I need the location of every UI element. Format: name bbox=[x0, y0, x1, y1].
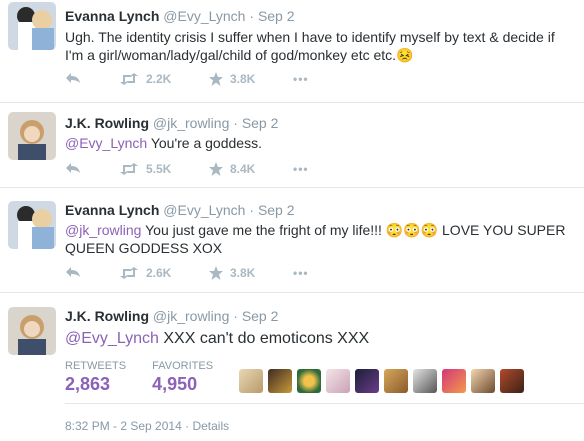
favoriter-avatar[interactable] bbox=[239, 369, 263, 393]
star-icon bbox=[209, 266, 223, 280]
mention-link[interactable]: @jk_rowling bbox=[65, 222, 141, 238]
tweet-text: @Evy_Lynch XXX can't do emoticons XXX bbox=[65, 328, 575, 349]
retweet-icon bbox=[120, 267, 138, 279]
tweet-date[interactable]: Sep 2 bbox=[242, 308, 279, 324]
display-name[interactable]: J.K. Rowling bbox=[65, 115, 149, 131]
tweet-date[interactable]: Sep 2 bbox=[258, 8, 295, 24]
separator: · bbox=[233, 308, 238, 324]
star-icon bbox=[209, 72, 223, 86]
display-name[interactable]: Evanna Lynch bbox=[65, 8, 159, 24]
mention-link[interactable]: @Evy_Lynch bbox=[65, 330, 159, 347]
tweet-stats: RETWEETS 2,863 FAVORITES 4,950 bbox=[65, 360, 213, 395]
mention-link[interactable]: @Evy_Lynch bbox=[65, 135, 147, 151]
favorites-value: 4,950 bbox=[152, 374, 198, 394]
favoriter-avatar[interactable] bbox=[471, 369, 495, 393]
reply-icon bbox=[66, 267, 80, 277]
retweet-icon bbox=[120, 73, 138, 85]
display-name[interactable]: J.K. Rowling bbox=[65, 308, 149, 324]
favorite-count: 3.8K bbox=[230, 72, 256, 86]
tweet-1: Evanna Lynch @Evy_Lynch · Sep 2 Ugh. The… bbox=[0, 0, 584, 103]
details-link[interactable]: Details bbox=[192, 419, 229, 433]
favorite-button[interactable]: 3.8K bbox=[209, 266, 255, 280]
more-icon: ••• bbox=[293, 162, 309, 176]
favorite-button[interactable]: 3.8K bbox=[209, 72, 255, 86]
favoriter-avatar[interactable] bbox=[355, 369, 379, 393]
tweet-header: J.K. Rowling @jk_rowling · Sep 2 bbox=[65, 308, 278, 324]
favorite-count: 3.8K bbox=[230, 266, 256, 280]
tweet-text: @Evy_Lynch You're a goddess. bbox=[65, 134, 575, 152]
more-icon: ••• bbox=[293, 72, 309, 86]
tweet-text: Ugh. The identity crisis I suffer when I… bbox=[65, 28, 575, 64]
tweet-timestamp-row: 8:32 PM - 2 Sep 2014 · Details bbox=[65, 419, 229, 433]
avatar[interactable] bbox=[8, 201, 56, 249]
tweet-header: Evanna Lynch @Evy_Lynch · Sep 2 bbox=[65, 202, 295, 218]
display-name[interactable]: Evanna Lynch bbox=[65, 202, 159, 218]
divider bbox=[65, 403, 584, 404]
tweet-2: J.K. Rowling @jk_rowling · Sep 2 @Evy_Ly… bbox=[0, 103, 584, 188]
emoji: 😣 bbox=[396, 47, 414, 63]
tweet-date[interactable]: Sep 2 bbox=[258, 202, 295, 218]
retweet-button[interactable]: 5.5K bbox=[119, 162, 171, 176]
retweet-count: 5.5K bbox=[146, 162, 172, 176]
more-icon: ••• bbox=[293, 266, 309, 280]
tweet-text-body: You just gave me the fright of my life!!… bbox=[141, 222, 386, 238]
tweet-text-body: Ugh. The identity crisis I suffer when I… bbox=[65, 29, 555, 63]
avatar[interactable] bbox=[8, 112, 56, 160]
separator: · bbox=[233, 115, 238, 131]
favoriter-avatar[interactable] bbox=[442, 369, 466, 393]
retweet-icon bbox=[120, 163, 138, 175]
favoriter-avatar[interactable] bbox=[413, 369, 437, 393]
separator: · bbox=[249, 8, 255, 24]
tweet-text: @jk_rowling You just gave me the fright … bbox=[65, 221, 575, 257]
username[interactable]: @jk_rowling bbox=[153, 115, 229, 131]
retweet-count: 2.6K bbox=[146, 266, 172, 280]
retweet-count: 2.2K bbox=[146, 72, 172, 86]
reply-button[interactable] bbox=[65, 162, 81, 174]
retweets-label: RETWEETS bbox=[65, 360, 127, 372]
favorites-label: FAVORITES bbox=[152, 360, 214, 372]
tweet-timestamp[interactable]: 8:32 PM - 2 Sep 2014 bbox=[65, 419, 182, 433]
more-button[interactable]: ••• bbox=[293, 162, 309, 176]
retweets-value: 2,863 bbox=[65, 374, 111, 394]
reply-button[interactable] bbox=[65, 72, 81, 84]
tweet-3: Evanna Lynch @Evy_Lynch · Sep 2 @jk_rowl… bbox=[0, 188, 584, 293]
favorites-stat[interactable]: FAVORITES 4,950 bbox=[152, 360, 213, 395]
more-button[interactable]: ••• bbox=[293, 72, 309, 86]
favoriter-avatar[interactable] bbox=[297, 369, 321, 393]
separator: · bbox=[249, 202, 255, 218]
username[interactable]: @jk_rowling bbox=[153, 308, 229, 324]
tweet-text-body: XXX can't do emoticons XXX bbox=[158, 330, 370, 347]
tweet-date[interactable]: Sep 2 bbox=[242, 115, 279, 131]
favoriter-avatar[interactable] bbox=[326, 369, 350, 393]
emoji: 😳😳😳 bbox=[385, 222, 439, 238]
favoriter-avatar[interactable] bbox=[384, 369, 408, 393]
reply-icon bbox=[66, 163, 80, 173]
tweet-text-body: You're a goddess. bbox=[147, 135, 262, 151]
favorite-count: 8.4K bbox=[230, 162, 256, 176]
username[interactable]: @Evy_Lynch bbox=[163, 8, 245, 24]
favoriter-avatars bbox=[239, 369, 524, 393]
favoriter-avatar[interactable] bbox=[500, 369, 524, 393]
retweets-stat[interactable]: RETWEETS 2,863 bbox=[65, 360, 126, 395]
retweet-button[interactable]: 2.2K bbox=[119, 72, 171, 86]
username[interactable]: @Evy_Lynch bbox=[163, 202, 245, 218]
more-button[interactable]: ••• bbox=[293, 266, 309, 280]
favorite-button[interactable]: 8.4K bbox=[209, 162, 255, 176]
avatar[interactable] bbox=[8, 2, 56, 50]
avatar[interactable] bbox=[8, 307, 56, 355]
retweet-button[interactable]: 2.6K bbox=[119, 266, 171, 280]
separator: · bbox=[185, 419, 190, 433]
reply-icon bbox=[66, 73, 80, 83]
tweet-header: J.K. Rowling @jk_rowling · Sep 2 bbox=[65, 115, 278, 131]
tweet-header: Evanna Lynch @Evy_Lynch · Sep 2 bbox=[65, 8, 295, 24]
star-icon bbox=[209, 162, 223, 176]
favoriter-avatar[interactable] bbox=[268, 369, 292, 393]
reply-button[interactable] bbox=[65, 266, 81, 278]
